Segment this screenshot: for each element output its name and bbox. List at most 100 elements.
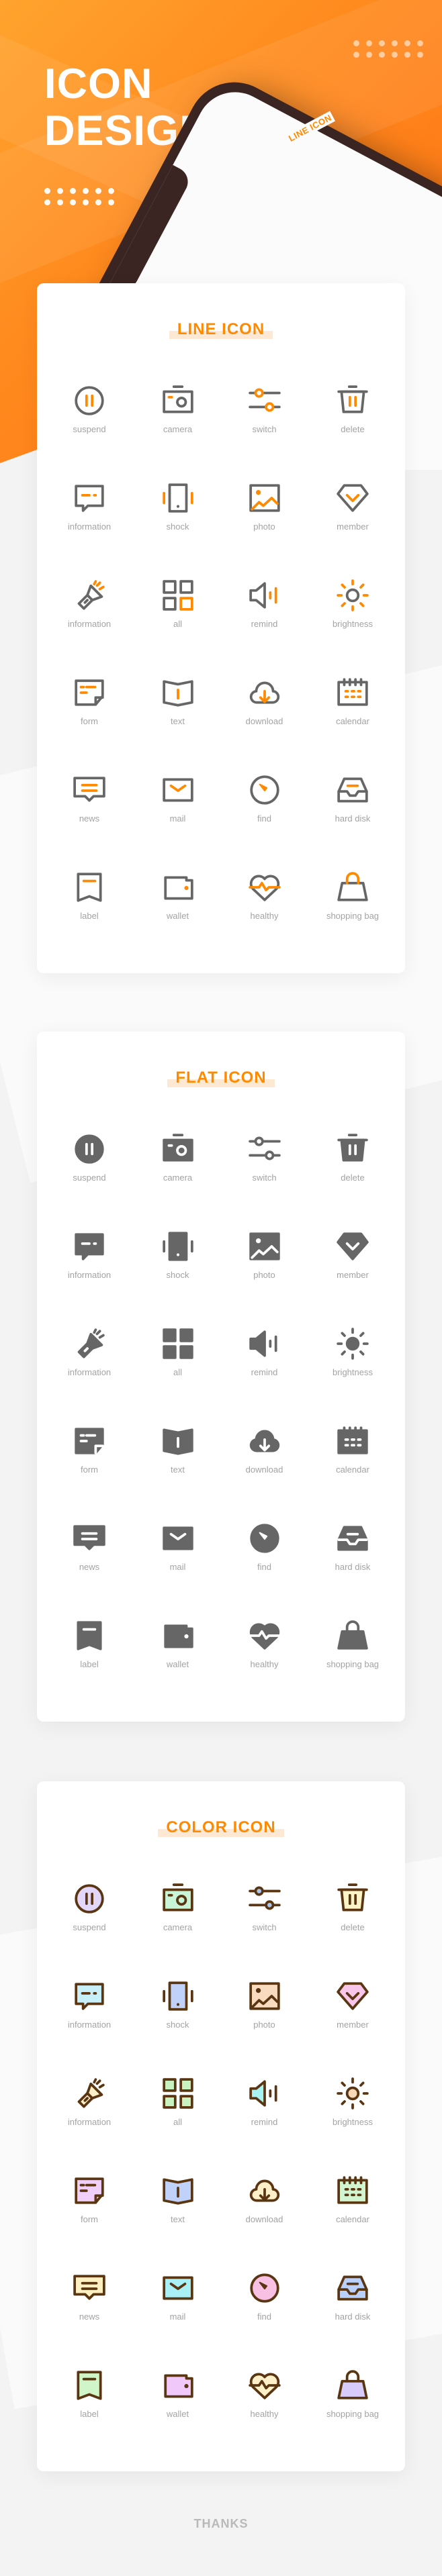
icon-label: shopping bag xyxy=(326,911,380,921)
icon-item[interactable]: member xyxy=(308,1979,398,2077)
icon-item[interactable]: shock xyxy=(134,1979,221,2077)
icon-item[interactable]: brightness xyxy=(308,579,398,676)
icon-item[interactable]: find xyxy=(221,773,308,871)
mail-icon xyxy=(161,1522,195,1555)
icon-item[interactable]: information xyxy=(44,1327,134,1424)
icon-label: news xyxy=(79,2312,100,2322)
icon-item[interactable]: news xyxy=(44,773,134,871)
icon-item[interactable]: photo xyxy=(221,1979,308,2077)
icon-item[interactable]: switch xyxy=(221,1882,308,1979)
icon-item[interactable]: form xyxy=(44,676,134,773)
icon-item[interactable]: form xyxy=(44,1424,134,1522)
icon-item[interactable]: text xyxy=(134,676,221,773)
all-icon xyxy=(161,2077,195,2110)
icon-label: brightness xyxy=(333,619,373,629)
icon-label: mail xyxy=(169,1562,186,1572)
information-icon xyxy=(73,1979,106,2013)
icon-item[interactable]: wallet xyxy=(134,2369,221,2466)
icon-label: news xyxy=(79,1562,100,1572)
icon-label: shock xyxy=(166,1270,189,1280)
icon-item[interactable]: information xyxy=(44,1979,134,2077)
icon-item[interactable]: text xyxy=(134,1424,221,1522)
icon-item[interactable]: calendar xyxy=(308,1424,398,1522)
icon-label: form xyxy=(81,2214,98,2224)
icon-item[interactable]: label xyxy=(44,2369,134,2466)
icon-item[interactable]: hard disk xyxy=(308,2271,398,2369)
icon-item[interactable]: hard disk xyxy=(308,1522,398,1619)
icon-item[interactable]: download xyxy=(221,2174,308,2271)
icon-item[interactable]: camera xyxy=(134,1132,221,1230)
healthy-icon xyxy=(248,2369,281,2402)
icon-item[interactable]: news xyxy=(44,2271,134,2369)
icon-label: remind xyxy=(251,619,278,629)
icon-item[interactable]: photo xyxy=(221,481,308,579)
icon-item[interactable]: healthy xyxy=(221,1619,308,1716)
icon-item[interactable]: calendar xyxy=(308,2174,398,2271)
icon-label: form xyxy=(81,1465,98,1475)
wallet-icon xyxy=(161,2369,195,2402)
icon-item[interactable]: all xyxy=(134,2077,221,2174)
icon-label: brightness xyxy=(333,2117,373,2127)
icon-item[interactable]: information xyxy=(44,1230,134,1327)
icon-item[interactable]: delete xyxy=(308,1882,398,1979)
icon-item[interactable]: text xyxy=(134,2174,221,2271)
icon-label: member xyxy=(337,2020,369,2030)
icon-item[interactable]: suspend xyxy=(44,1882,134,1979)
icon-item[interactable]: member xyxy=(308,481,398,579)
icon-item[interactable]: camera xyxy=(134,384,221,481)
icon-item[interactable]: wallet xyxy=(134,1619,221,1716)
icon-item[interactable]: information xyxy=(44,481,134,579)
icon-item[interactable]: all xyxy=(134,1327,221,1424)
icon-item[interactable]: healthy xyxy=(221,871,308,968)
icon-item[interactable]: information xyxy=(44,579,134,676)
icon-label: member xyxy=(337,1270,369,1280)
icon-label: hard disk xyxy=(335,813,371,824)
icon-item[interactable]: mail xyxy=(134,1522,221,1619)
icon-item[interactable]: remind xyxy=(221,1327,308,1424)
icon-item[interactable]: find xyxy=(221,1522,308,1619)
icon-item[interactable]: shopping bag xyxy=(308,2369,398,2466)
icon-item[interactable]: switch xyxy=(221,1132,308,1230)
icon-label: photo xyxy=(253,1270,275,1280)
icon-item[interactable]: mail xyxy=(134,773,221,871)
icon-item[interactable]: shock xyxy=(134,1230,221,1327)
icon-item[interactable]: download xyxy=(221,676,308,773)
icon-item[interactable]: shock xyxy=(134,481,221,579)
calendar-icon xyxy=(336,2174,369,2208)
icon-item[interactable]: suspend xyxy=(44,1132,134,1230)
brightness-icon xyxy=(336,579,369,612)
icon-item[interactable]: information xyxy=(44,2077,134,2174)
icon-item[interactable]: hard disk xyxy=(308,773,398,871)
icon-item[interactable]: news xyxy=(44,1522,134,1619)
icon-item[interactable]: mail xyxy=(134,2271,221,2369)
icon-item[interactable]: brightness xyxy=(308,2077,398,2174)
icon-item[interactable]: label xyxy=(44,1619,134,1716)
icon-item[interactable]: shopping bag xyxy=(308,871,398,968)
icon-item[interactable]: remind xyxy=(221,2077,308,2174)
icon-label: camera xyxy=(163,424,193,434)
icon-item[interactable]: member xyxy=(308,1230,398,1327)
icon-item[interactable]: suspend xyxy=(44,384,134,481)
icon-item[interactable]: all xyxy=(134,579,221,676)
icon-item[interactable]: remind xyxy=(221,579,308,676)
icon-item[interactable]: delete xyxy=(308,384,398,481)
icon-item[interactable]: wallet xyxy=(134,871,221,968)
icon-item[interactable]: find xyxy=(221,2271,308,2369)
mail-icon xyxy=(161,2271,195,2305)
brightness-icon xyxy=(336,1327,369,1360)
shock-icon xyxy=(161,1979,195,2013)
icon-item[interactable]: form xyxy=(44,2174,134,2271)
icon-item[interactable]: photo xyxy=(221,1230,308,1327)
camera-icon xyxy=(161,384,195,417)
icon-item[interactable]: delete xyxy=(308,1132,398,1230)
icon-item[interactable]: brightness xyxy=(308,1327,398,1424)
icon-label: brightness xyxy=(333,1367,373,1377)
icon-item[interactable]: calendar xyxy=(308,676,398,773)
icon-item[interactable]: shopping bag xyxy=(308,1619,398,1716)
icon-item[interactable]: healthy xyxy=(221,2369,308,2466)
icon-item[interactable]: label xyxy=(44,871,134,968)
icon-item[interactable]: camera xyxy=(134,1882,221,1979)
icon-card-color: COLOR ICON suspend camera switch delete infor… xyxy=(37,1781,405,2471)
icon-item[interactable]: download xyxy=(221,1424,308,1522)
icon-item[interactable]: switch xyxy=(221,384,308,481)
